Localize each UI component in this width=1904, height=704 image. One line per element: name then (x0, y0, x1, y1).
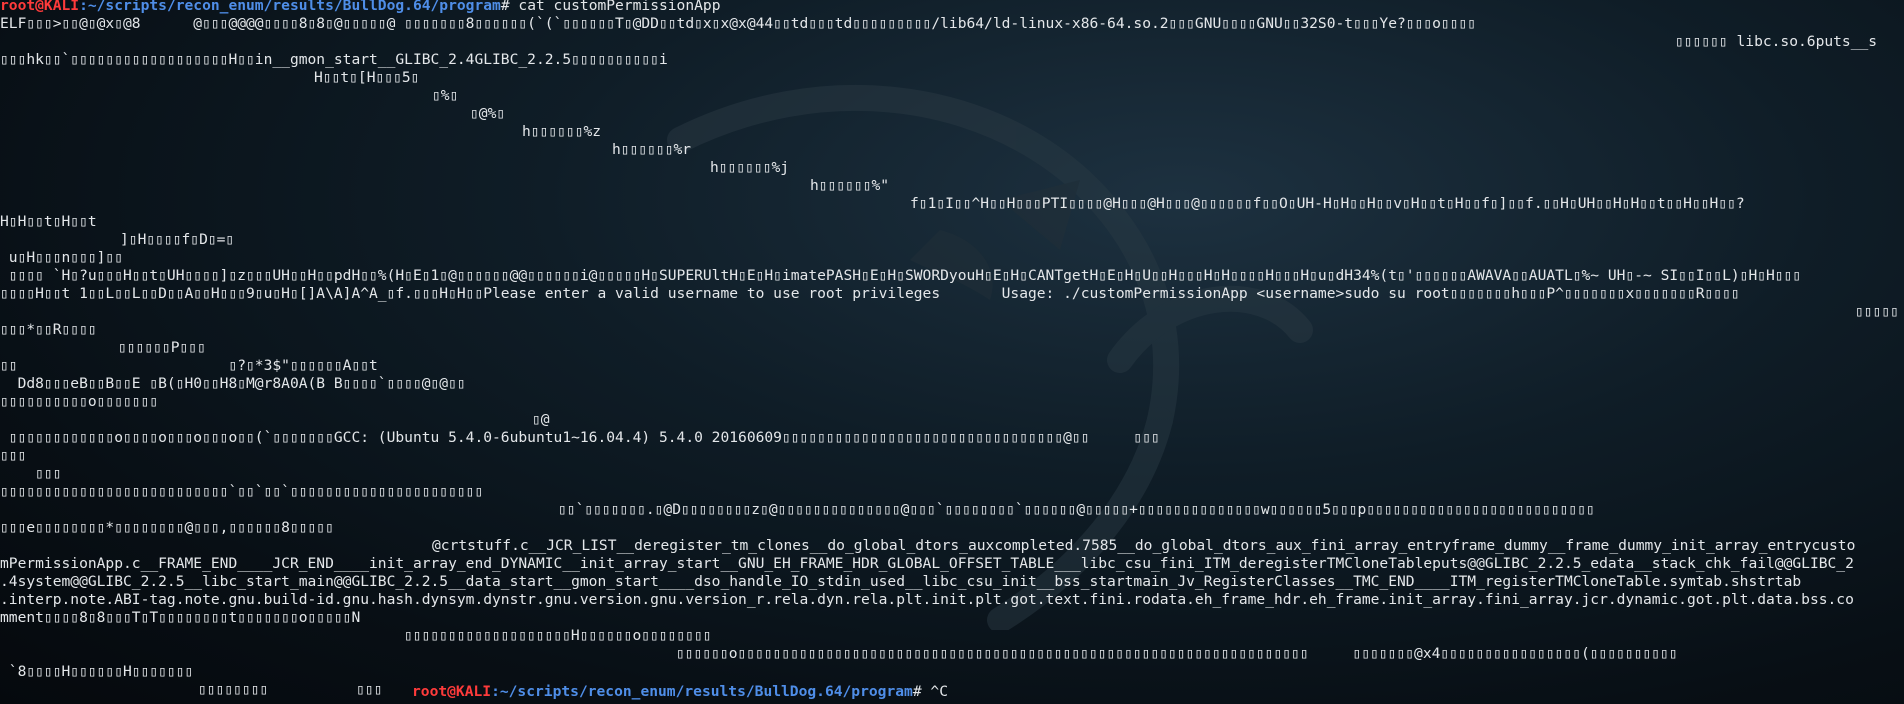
output-line: ▯▯▯▯▯▯ libc.so.6puts__s (1675, 33, 1878, 50)
output-line: ▯▯▯▯▯▯▯▯▯▯▯▯▯▯▯▯▯▯▯H▯▯▯▯▯▯o▯▯▯▯▯▯▯▯ (404, 627, 712, 644)
output-line: ▯▯▯▯▯▯P▯▯▯ (118, 339, 206, 356)
prompt-line: root@KALI:~/scripts/recon_enum/results/B… (412, 683, 948, 701)
output-line: .interp.note.ABI-tag.note.gnu.build-id.g… (0, 591, 1854, 608)
prompt-symbol: # (912, 683, 931, 700)
output-line: ▯▯▯ (0, 447, 27, 464)
prompt-user-host: root@KALI (0, 0, 80, 14)
output-line: h▯▯▯▯▯▯%z (522, 123, 602, 140)
output-line: `8▯▯▯▯H▯▯▯▯▯▯H▯▯▯▯▯▯▯ (0, 663, 194, 680)
output-line: .4system@@GLIBC_2.2.5__libc_start_main@@… (0, 573, 1802, 590)
prompt-path: :~/scripts/recon_enum/results/BullDog.64… (491, 683, 913, 700)
prompt-path: :~/scripts/recon_enum/results/BullDog.64… (79, 0, 501, 14)
command-text: cat customPermissionApp (518, 0, 721, 14)
output-line: @crtstuff.c__JCR_LIST__deregister_tm_clo… (432, 537, 1856, 554)
output-line: ▯▯▯▯▯▯▯▯▯▯▯▯▯▯▯▯▯▯▯▯▯▯▯▯▯▯`▯▯`▯▯`▯▯▯▯▯▯▯… (0, 483, 484, 500)
output-line: ELF▯▯▯>▯▯@▯@x▯@8 @▯▯▯@@@@▯▯▯▯8▯8▯@▯▯▯▯▯@… (0, 15, 1477, 32)
output-line: H▯▯t▯[H▯▯▯5▯ (314, 69, 420, 86)
output-line: Dd8▯▯▯eB▯▯B▯▯E ▯B(▯H0▯▯H8▯M@r8A0A(B B▯▯▯… (0, 375, 466, 392)
terminal-window[interactable]: root@KALI:~/scripts/recon_enum/results/B… (0, 0, 1904, 704)
output-line: h▯▯▯▯▯▯%j (710, 159, 790, 176)
output-line: mment▯▯▯▯8▯8▯▯▯T▯T▯▯▯▯▯▯▯▯t▯▯▯▯▯▯▯o▯▯▯▯▯… (0, 609, 361, 626)
output-line: ▯▯▯▯▯▯▯▯▯▯o▯▯▯▯▯▯▯ (0, 393, 159, 410)
output-line: ]▯H▯▯▯▯f▯D▯=▯ (120, 231, 235, 248)
output-line: h▯▯▯▯▯▯%" (810, 177, 890, 194)
output-line: ▯▯▯▯▯▯o▯▯▯▯▯▯▯▯▯▯▯▯▯▯▯▯▯▯▯▯▯▯▯▯▯▯▯▯▯▯▯▯▯… (676, 645, 1678, 662)
prompt-symbol: # (500, 0, 519, 14)
output-line: mPermissionApp.c__FRAME_END____JCR_END__… (0, 555, 1854, 572)
output-line: ▯%▯ (432, 87, 459, 104)
output-line: ▯▯ ▯?▯*3$"▯▯▯▯▯▯A▯▯t (0, 357, 378, 374)
output-line: f▯1▯I▯▯^H▯▯H▯▯▯PTI▯▯▯▯@H▯▯▯@H▯▯▯@▯▯▯▯▯▯f… (910, 195, 1745, 212)
output-line: ▯▯▯▯▯ (1855, 303, 1899, 320)
output-line: ▯@%▯ (470, 105, 506, 122)
output-line: ▯▯▯*▯▯R▯▯▯▯ (0, 321, 97, 338)
output-line: H▯H▯▯t▯H▯▯t (0, 213, 97, 230)
output-line: ▯▯▯▯H▯▯t 1▯▯L▯▯L▯▯D▯▯A▯▯H▯▯▯9▯u▯H▯[]A\A]… (0, 285, 1740, 302)
output-line: u▯H▯▯▯n▯▯▯]▯▯ (0, 249, 124, 266)
output-line: h▯▯▯▯▯▯%r (612, 141, 692, 158)
output-line: ▯▯▯ (0, 465, 62, 482)
output-line: ▯▯▯▯▯▯▯▯▯▯▯▯o▯▯▯▯o▯▯▯o▯▯▯o▯▯(`▯▯▯▯▯▯▯GCC… (0, 429, 1160, 446)
command-text: ^C (930, 683, 948, 700)
output-line: ▯▯▯▯▯▯▯▯ ▯▯▯ (198, 681, 383, 698)
output-line: ▯@ (532, 411, 550, 428)
prompt-user-host: root@KALI (412, 683, 492, 700)
prompt-line: root@KALI:~/scripts/recon_enum/results/B… (0, 0, 721, 15)
output-line: ▯▯▯e▯▯▯▯▯▯▯▯*▯▯▯▯▯▯▯▯@▯▯▯,▯▯▯▯▯▯8▯▯▯▯▯ (0, 519, 334, 536)
output-line: ▯▯▯▯ `H▯?u▯▯▯H▯▯t▯UH▯▯▯▯]▯z▯▯▯UH▯▯H▯▯pdH… (0, 267, 1802, 284)
output-line: ▯▯`▯▯▯▯▯▯▯.▯@D▯▯▯▯▯▯▯▯z▯@▯▯▯▯▯▯▯▯▯▯▯▯▯▯@… (558, 501, 1595, 518)
output-line: ▯▯▯hk▯▯`▯▯▯▯▯▯▯▯▯▯▯▯▯▯▯▯▯▯H▯▯in__gmon_st… (0, 51, 668, 68)
